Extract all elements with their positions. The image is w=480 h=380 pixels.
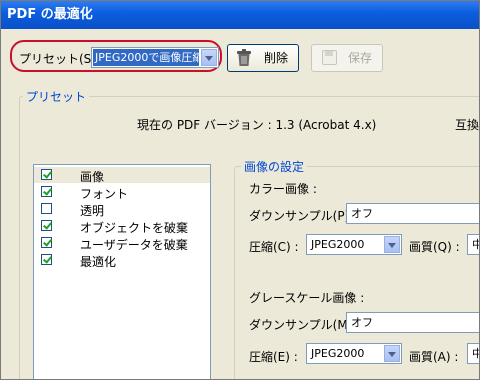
preset-row: プリセット(S) : JPEG2000で画像圧縮 削除 保存: [9, 39, 479, 75]
list-item[interactable]: ユーザデータを破棄: [34, 235, 210, 252]
checkbox[interactable]: [41, 220, 52, 231]
color-quality-dropdown[interactable]: 中: [467, 234, 479, 255]
checkbox[interactable]: [41, 203, 52, 214]
pdf-version-text: 現在の PDF バージョン : 1.3 (Acrobat 4.x): [137, 118, 377, 132]
gray-compression-label: 圧縮(E) :: [249, 350, 298, 364]
chevron-down-icon[interactable]: [384, 345, 400, 362]
color-compression-dropdown[interactable]: JPEG2000: [306, 234, 402, 255]
gray-downsample-value: オフ: [351, 316, 373, 329]
floppy-disk-icon: [322, 50, 337, 65]
color-downsample-label: ダウンサンプル(P) :: [249, 209, 358, 223]
gray-downsample-label: ダウンサンプル(M) :: [249, 318, 361, 332]
gray-quality-label: 画質(A) :: [409, 350, 459, 364]
checkbox[interactable]: [41, 169, 52, 180]
list-item-label: オブジェクトを破棄: [80, 221, 189, 235]
grayscale-images-heading: グレースケール画像 :: [249, 291, 365, 305]
delete-button-label: 削除: [264, 51, 289, 65]
list-item-label: フォント: [80, 187, 129, 201]
checkbox[interactable]: [41, 237, 52, 248]
window-title: PDF の最適化: [1, 1, 479, 29]
optimize-pdf-dialog: PDF の最適化 プリセット(S) : JPEG2000で画像圧縮 削除 保存 …: [0, 0, 480, 380]
list-item[interactable]: オブジェクトを破棄: [34, 218, 210, 235]
gray-compression-value: JPEG2000: [311, 347, 365, 360]
chevron-down-icon[interactable]: [384, 236, 400, 253]
color-quality-label: 画質(Q) :: [409, 240, 460, 254]
save-button-label: 保存: [348, 51, 373, 65]
chevron-down-icon[interactable]: [201, 49, 217, 66]
save-button[interactable]: 保存: [311, 44, 383, 72]
gray-compression-dropdown[interactable]: JPEG2000: [306, 343, 402, 364]
list-item-label: 画像: [80, 170, 105, 184]
delete-button[interactable]: 削除: [227, 44, 299, 72]
list-item-label: 最適化: [80, 255, 117, 269]
list-item[interactable]: 最適化: [34, 252, 210, 269]
checkbox[interactable]: [41, 186, 52, 197]
list-item[interactable]: 透明: [34, 201, 210, 218]
color-images-heading: カラー画像 :: [249, 182, 317, 196]
preset-selected-value: JPEG2000で画像圧縮: [93, 49, 199, 66]
compatibility-label: 互換: [455, 118, 480, 132]
color-downsample-value: オフ: [351, 207, 373, 220]
color-quality-value: 中: [472, 238, 479, 251]
gray-downsample-field[interactable]: オフ: [346, 312, 479, 333]
trash-icon: [237, 49, 251, 66]
image-settings-legend: 画像の設定: [241, 158, 308, 175]
gray-quality-dropdown[interactable]: 中: [467, 343, 479, 364]
preset-dropdown[interactable]: JPEG2000で画像圧縮: [91, 47, 219, 68]
list-item[interactable]: フォント: [34, 184, 210, 201]
list-item[interactable]: 画像: [34, 167, 210, 184]
list-item-label: ユーザデータを破棄: [80, 238, 188, 252]
preset-group-legend: プリセット: [23, 88, 90, 105]
checkbox[interactable]: [41, 254, 52, 265]
category-list[interactable]: 画像 フォント 透明 オブジェクトを破棄 ユーザデータを破棄 最適化: [33, 164, 211, 379]
gray-quality-value: 中: [472, 347, 479, 360]
color-compression-value: JPEG2000: [311, 238, 365, 251]
color-downsample-field[interactable]: オフ: [346, 203, 479, 224]
color-compression-label: 圧縮(C) :: [249, 240, 299, 254]
list-item-label: 透明: [80, 204, 105, 218]
